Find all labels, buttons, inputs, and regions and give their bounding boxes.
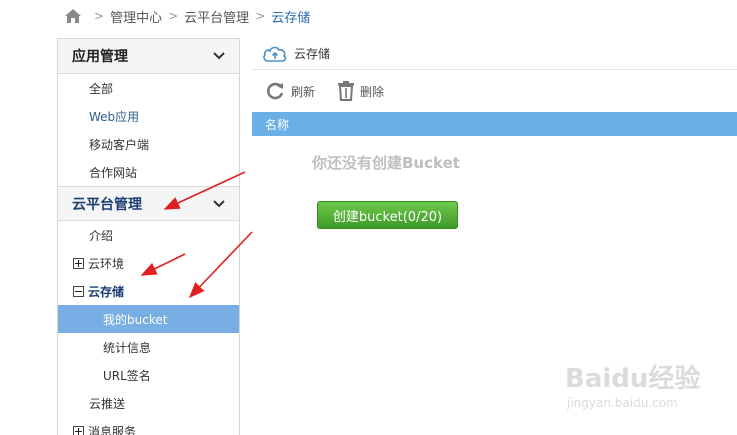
refresh-button[interactable]: 刷新: [264, 81, 315, 101]
chevron-down-icon[interactable]: [213, 199, 225, 208]
sidebar-item-all[interactable]: 全部: [58, 74, 239, 102]
watermark-url: jingyan.baidu.com: [566, 396, 678, 410]
sidebar-item-statistics[interactable]: 统计信息: [58, 333, 239, 361]
sidebar-item-web-app[interactable]: Web应用: [58, 102, 239, 130]
breadcrumb-separator-icon: >: [255, 9, 266, 23]
breadcrumb-separator-icon: >: [168, 9, 179, 23]
panel-header: 云存储: [252, 38, 737, 70]
sidebar-item-label: 云环境: [88, 256, 125, 271]
watermark-brand: Baidu经验: [565, 363, 700, 394]
breadcrumb: > 管理中心 > 云平台管理 > 云存储: [64, 4, 310, 28]
sidebar-item-partner-site[interactable]: 合作网站: [58, 158, 239, 186]
sidebar-item-cloud-push[interactable]: 云推送: [58, 389, 239, 417]
trash-icon: [338, 81, 355, 101]
collapse-minus-icon[interactable]: [73, 285, 84, 297]
sidebar-group-app-management[interactable]: 应用管理: [58, 39, 239, 74]
sidebar-item-cloud-storage[interactable]: 云存储: [58, 277, 239, 305]
delete-button[interactable]: 删除: [337, 81, 384, 101]
refresh-icon: [267, 82, 284, 100]
toolbar: 刷新 删除: [252, 70, 737, 112]
sidebar-item-intro[interactable]: 介绍: [58, 221, 239, 249]
home-icon[interactable]: [64, 8, 82, 24]
cloud-upload-icon: [263, 46, 287, 62]
sidebar: 应用管理 全部 Web应用 移动客户端 合作网站 云平台管理 介绍 云环境 云存…: [57, 38, 240, 435]
breadcrumb-cloud-storage: 云存储: [271, 10, 311, 26]
sidebar-group-title: 云平台管理: [72, 196, 142, 213]
baidu-watermark-logo: Baidu经验 jingyan.baidu.com: [565, 355, 715, 415]
sidebar-item-label: 消息服务: [88, 424, 137, 435]
panel-title: 云存储: [294, 47, 331, 61]
sidebar-item-mobile-client[interactable]: 移动客户端: [58, 130, 239, 158]
table-header: 名称: [252, 112, 737, 136]
breadcrumb-admin-center[interactable]: 管理中心: [110, 7, 162, 26]
refresh-label: 刷新: [291, 84, 316, 99]
expand-plus-icon[interactable]: [73, 257, 84, 269]
breadcrumb-separator-icon: >: [94, 9, 105, 23]
sidebar-item-url-signature[interactable]: URL签名: [58, 361, 239, 389]
sidebar-item-my-bucket[interactable]: 我的bucket: [58, 305, 239, 333]
sidebar-group-cloud-platform[interactable]: 云平台管理: [58, 186, 239, 221]
column-header-name[interactable]: 名称: [265, 116, 289, 133]
breadcrumb-cloud-platform[interactable]: 云平台管理: [184, 7, 249, 26]
sidebar-group-title: 应用管理: [72, 49, 128, 65]
delete-label: 删除: [360, 84, 385, 99]
create-bucket-button[interactable]: 创建bucket(0/20): [317, 201, 458, 229]
sidebar-item-cloud-env[interactable]: 云环境: [58, 249, 239, 277]
sidebar-item-label: 云存储: [88, 284, 125, 299]
empty-state-message: 你还没有创建Bucket: [312, 154, 460, 172]
expand-plus-icon[interactable]: [73, 425, 84, 435]
chevron-down-icon[interactable]: [213, 52, 225, 60]
sidebar-item-message-service[interactable]: 消息服务: [58, 417, 239, 435]
